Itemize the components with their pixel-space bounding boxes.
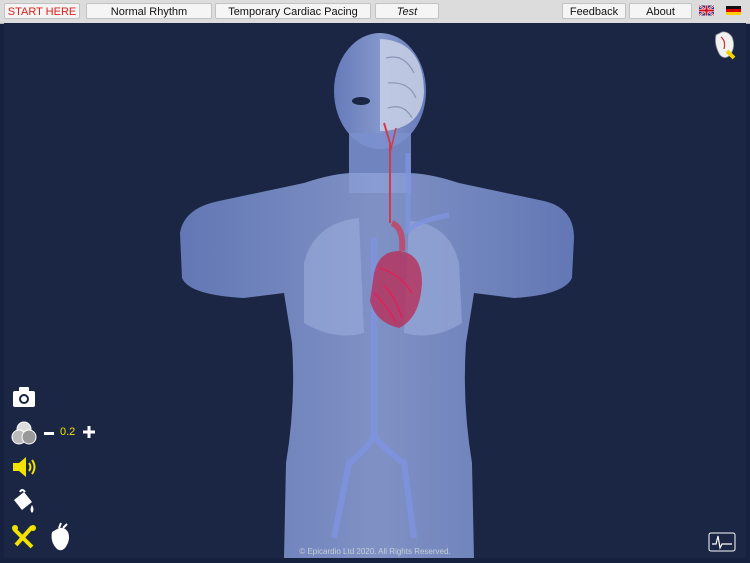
copyright-footer: © Epicardio Ltd 2020. All Rights Reserve… <box>299 547 451 556</box>
minus-icon[interactable] <box>43 428 55 438</box>
paint-bucket-icon[interactable] <box>10 488 38 516</box>
opacity-value: 0.2 <box>60 426 76 438</box>
about-button[interactable]: About <box>629 3 692 19</box>
normal-rhythm-button[interactable]: Normal Rhythm <box>86 3 212 19</box>
feedback-button[interactable]: Feedback <box>562 3 626 19</box>
heart-view-icon[interactable] <box>712 29 738 61</box>
en-flag-icon[interactable] <box>699 5 714 16</box>
anatomy-model[interactable] <box>4 23 746 558</box>
top-toolbar: START HERE Normal Rhythm Temporary Cardi… <box>0 0 750 24</box>
temporary-pacing-button[interactable]: Temporary Cardiac Pacing <box>215 3 371 19</box>
speaker-icon[interactable] <box>11 455 39 479</box>
test-button[interactable]: Test <box>375 3 439 19</box>
layers-icon[interactable] <box>10 421 38 445</box>
plus-icon[interactable] <box>83 426 95 438</box>
3d-viewport[interactable] <box>4 23 746 558</box>
de-flag-icon[interactable] <box>726 5 741 16</box>
start-here-button[interactable]: START HERE <box>4 3 80 19</box>
camera-icon[interactable] <box>12 386 36 408</box>
